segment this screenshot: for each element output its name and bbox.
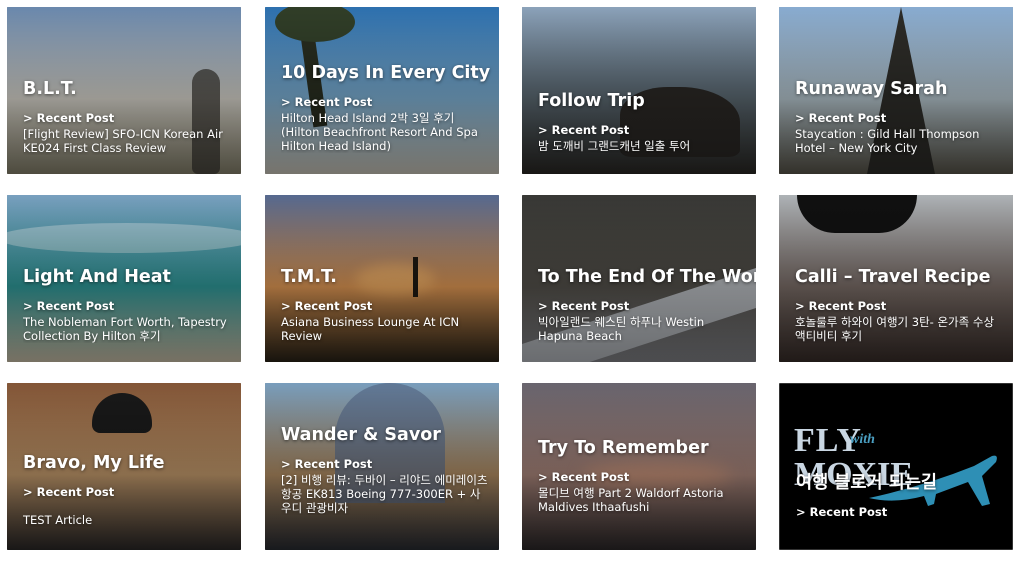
card-title: T.M.T. — [281, 267, 337, 287]
card-content: B.L.T. > Recent Post [Flight Review] SFO… — [23, 79, 231, 155]
card-title: B.L.T. — [23, 79, 77, 99]
card-content: 여행 블로거 되는길 > Recent Post — [796, 473, 1002, 521]
recent-post-link[interactable]: [2] 비행 리뷰: 두바이 – 리야드 에미레이츠 항공 EK813 Boei… — [281, 473, 489, 515]
recent-post-link[interactable]: Asiana Business Lounge At ICN Review — [281, 315, 489, 343]
blog-grid: B.L.T. > Recent Post [Flight Review] SFO… — [0, 0, 1024, 562]
recent-post-label: > Recent Post — [281, 299, 373, 313]
blog-card-end-of-world[interactable]: To The End Of The World > Recent Post 빅아… — [522, 195, 756, 362]
card-content: Wander & Savor > Recent Post [2] 비행 리뷰: … — [281, 425, 489, 515]
blog-card-blt[interactable]: B.L.T. > Recent Post [Flight Review] SFO… — [7, 7, 241, 174]
blog-card-fly-with-moxie[interactable]: FLY with MOXIE 여행 블로거 되는길 > Recent Post — [779, 383, 1013, 550]
card-title: Follow Trip — [538, 91, 645, 111]
blog-card-wander[interactable]: Wander & Savor > Recent Post [2] 비행 리뷰: … — [265, 383, 499, 550]
recent-post-link[interactable]: 밤 도깨비 그랜드캐년 일출 투어 — [538, 139, 746, 153]
recent-post-link[interactable]: TEST Article — [23, 513, 231, 527]
card-title: Calli – Travel Recipe — [795, 267, 991, 287]
recent-post-link[interactable]: [Flight Review] SFO-ICN Korean Air KE024… — [23, 127, 231, 155]
blog-card-runaway-sarah[interactable]: Runaway Sarah > Recent Post Staycation :… — [779, 7, 1013, 174]
blog-card-calli[interactable]: Calli – Travel Recipe > Recent Post 호놀룰루… — [779, 195, 1013, 362]
recent-post-label: > Recent Post — [23, 299, 115, 313]
blog-card-light-and-heat[interactable]: Light And Heat > Recent Post The Noblema… — [7, 195, 241, 362]
recent-post-label: > Recent Post — [23, 485, 115, 499]
blog-card-bravo[interactable]: Bravo, My Life > Recent Post TEST Articl… — [7, 383, 241, 550]
recent-post-link[interactable]: 몰디브 여행 Part 2 Waldorf Astoria Maldives I… — [538, 486, 746, 514]
card-title: 여행 블로거 되는길 — [796, 473, 937, 493]
card-content: 10 Days In Every City > Recent Post Hilt… — [281, 63, 491, 153]
recent-post-label: > Recent Post — [538, 123, 630, 137]
card-content: Light And Heat > Recent Post The Noblema… — [23, 267, 231, 343]
recent-post-label: > Recent Post — [538, 470, 630, 484]
card-title: 10 Days In Every City — [281, 63, 491, 83]
card-content: Try To Remember > Recent Post 몰디브 여행 Par… — [538, 438, 746, 514]
recent-post-label: > Recent Post — [23, 111, 115, 125]
card-content: To The End Of The World > Recent Post 빅아… — [538, 267, 756, 343]
blog-card-10-days[interactable]: 10 Days In Every City > Recent Post Hilt… — [265, 7, 499, 174]
recent-post-label: > Recent Post — [795, 299, 887, 313]
card-content: Runaway Sarah > Recent Post Staycation :… — [795, 79, 1003, 155]
card-content: T.M.T. > Recent Post Asiana Business Lou… — [281, 267, 489, 343]
recent-post-link[interactable]: The Nobleman Fort Worth, Tapestry Collec… — [23, 315, 231, 343]
recent-post-link[interactable]: Staycation : Gild Hall Thompson Hotel – … — [795, 127, 1003, 155]
recent-post-label: > Recent Post — [281, 95, 373, 109]
card-title: Wander & Savor — [281, 425, 441, 445]
card-title: Try To Remember — [538, 438, 709, 458]
card-title: Runaway Sarah — [795, 79, 948, 99]
card-title: Light And Heat — [23, 267, 171, 287]
recent-post-link[interactable]: 호놀룰루 하와이 여행기 3탄- 온가족 수상 액티비티 후기 — [795, 315, 1003, 343]
blog-card-tmt[interactable]: T.M.T. > Recent Post Asiana Business Lou… — [265, 195, 499, 362]
card-title: To The End Of The World — [538, 267, 756, 287]
card-title: Bravo, My Life — [23, 453, 165, 473]
recent-post-label: > Recent Post — [795, 111, 887, 125]
card-content: Bravo, My Life > Recent Post TEST Articl… — [23, 453, 231, 527]
recent-post-label: > Recent Post — [538, 299, 630, 313]
recent-post-link[interactable]: Hilton Head Island 2박 3일 후기 (Hilton Beac… — [281, 111, 489, 153]
recent-post-link[interactable]: 빅아일랜드 웨스틴 하푸나 Westin Hapuna Beach — [538, 315, 746, 343]
recent-post-label: > Recent Post — [796, 505, 888, 519]
blog-card-try-to-remember[interactable]: Try To Remember > Recent Post 몰디브 여행 Par… — [522, 383, 756, 550]
card-content: Calli – Travel Recipe > Recent Post 호놀룰루… — [795, 267, 1003, 343]
recent-post-label: > Recent Post — [281, 457, 373, 471]
card-content: Follow Trip > Recent Post 밤 도깨비 그랜드캐년 일출… — [538, 91, 746, 153]
blog-card-follow-trip[interactable]: Follow Trip > Recent Post 밤 도깨비 그랜드캐년 일출… — [522, 7, 756, 174]
